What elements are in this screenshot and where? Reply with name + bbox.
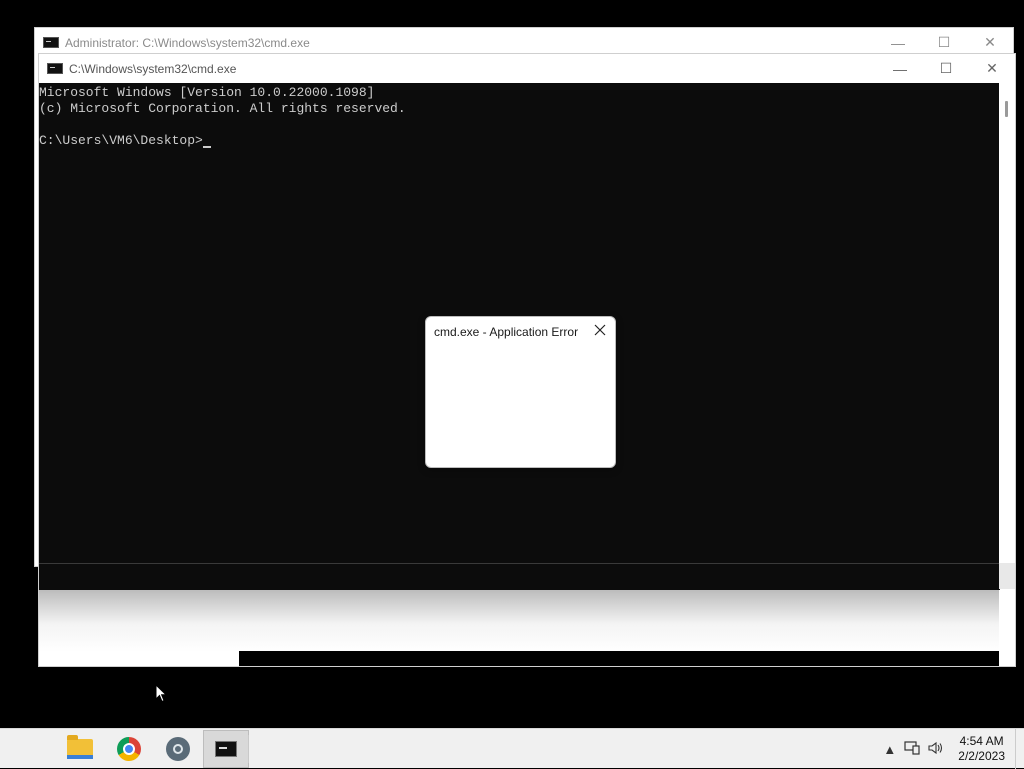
console-lower-area [39, 563, 1000, 590]
cmd-title: C:\Windows\system32\cmd.exe [69, 61, 237, 76]
console-prompt: C:\Users\VM6\Desktop> [39, 133, 203, 148]
taskbar-cmd[interactable] [203, 730, 249, 768]
steam-icon [166, 737, 190, 761]
scrollbar-thumb[interactable] [1005, 101, 1008, 117]
maximize-button[interactable]: ☐ [923, 54, 969, 83]
console-line: Microsoft Windows [Version 10.0.22000.10… [39, 85, 375, 100]
taskbar-steam[interactable] [155, 730, 201, 768]
admin-cmd-title: Administrator: C:\Windows\system32\cmd.e… [65, 35, 310, 50]
text-cursor [202, 146, 211, 148]
cmd-titlebar[interactable]: C:\Windows\system32\cmd.exe [39, 54, 1015, 83]
network-icon[interactable] [904, 740, 920, 758]
taskbar: ▲ 4:54 AM 2/2/2023 [0, 728, 1024, 769]
taskbar-clock[interactable]: 4:54 AM 2/2/2023 [958, 734, 1005, 764]
clock-time: 4:54 AM [959, 734, 1004, 748]
taskbar-file-explorer[interactable] [57, 730, 103, 768]
cmd-icon [215, 741, 237, 757]
window-render-artifact [39, 590, 999, 652]
minimize-button[interactable]: — [877, 54, 923, 83]
vertical-scrollbar[interactable] [999, 83, 1015, 563]
console-line: (c) Microsoft Corporation. All rights re… [39, 101, 406, 116]
close-icon[interactable] [593, 323, 607, 337]
cmd-app-icon [43, 37, 59, 48]
show-desktop-button[interactable] [1015, 729, 1024, 769]
scrollbar-corner [999, 563, 1015, 589]
chevron-up-icon[interactable]: ▲ [883, 742, 896, 757]
chrome-icon [117, 737, 141, 761]
system-tray: ▲ 4:54 AM 2/2/2023 [883, 729, 1024, 769]
application-error-dialog[interactable]: cmd.exe - Application Error [425, 316, 616, 468]
taskbar-chrome[interactable] [106, 730, 152, 768]
clock-date: 2/2/2023 [958, 749, 1005, 763]
folder-icon [67, 735, 93, 759]
render-artifact-bar [239, 651, 999, 666]
mouse-pointer-icon [155, 683, 168, 708]
cmd-app-icon [47, 63, 63, 74]
error-dialog-title: cmd.exe - Application Error [434, 325, 579, 339]
close-button[interactable]: ✕ [969, 54, 1015, 83]
taskbar-separator [248, 735, 249, 763]
volume-icon[interactable] [928, 741, 944, 758]
